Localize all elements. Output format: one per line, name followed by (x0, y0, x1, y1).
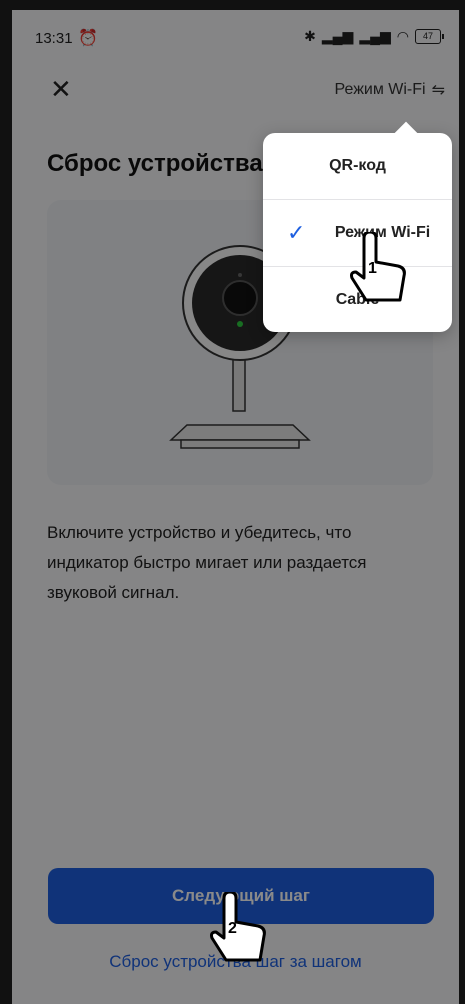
step-number: 2 (228, 920, 237, 937)
hand-pointer-icon: 2 (210, 890, 270, 962)
step-number: 1 (368, 260, 377, 277)
menu-item-qr[interactable]: QR-код (263, 133, 452, 200)
hand-pointer-icon: 1 (350, 230, 410, 302)
menu-item-label: QR-код (329, 157, 386, 174)
check-icon: ✓ (287, 220, 306, 245)
phone-screen: 13:31 ⏰ ✱ ▂▄▆ ▂▄▆ ◠ 47 ✕ Режим Wi-Fi ⇋ С… (12, 10, 459, 1004)
